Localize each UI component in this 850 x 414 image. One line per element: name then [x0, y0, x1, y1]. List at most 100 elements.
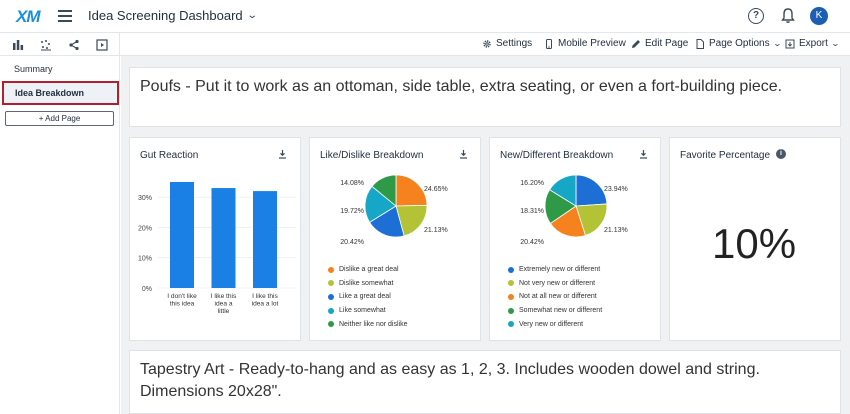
legend-item[interactable]: Neither like nor dislike [328, 321, 407, 328]
page-options-label: Page Options [709, 38, 770, 49]
y-tick-label: 30% [138, 195, 152, 202]
sidebar-item-summary[interactable]: Summary [0, 64, 53, 74]
edit-page-button[interactable]: Edit Page [631, 38, 688, 49]
mobile-icon [546, 38, 552, 49]
export-button[interactable]: Export ⌄ [785, 38, 840, 49]
gear-icon [483, 39, 491, 48]
info-icon[interactable]: i [776, 149, 786, 159]
toolbar: Settings Mobile Preview Edit Page Page O… [0, 33, 850, 56]
dashboard-canvas: Poufs - Put it to work as an ottoman, si… [121, 56, 850, 414]
legend-swatch [328, 293, 334, 300]
pie-data-label: 16.20% [520, 180, 544, 187]
bar [170, 182, 194, 288]
gut-reaction-widget[interactable]: Gut Reaction 0% 10% 20% 30% I don't like this… [129, 137, 301, 341]
y-tick-label: 10% [138, 256, 152, 263]
bar-chart-icon[interactable] [12, 39, 24, 51]
bar [211, 188, 236, 288]
idea-headline: Tapestry Art - Ready-to-hang and as easy… [140, 361, 760, 400]
chevron-down-icon: ⌄ [830, 39, 840, 48]
pie-data-label: 21.13% [424, 227, 448, 234]
legend-item[interactable]: Like somewhat [328, 307, 386, 314]
idea-text-widget[interactable]: Tapestry Art - Ready-to-hang and as easy… [129, 350, 841, 414]
download-icon[interactable] [278, 149, 287, 159]
pie-data-label: 20.42% [520, 239, 544, 246]
widget-title: New/Different Breakdown [500, 150, 614, 161]
legend-swatch [508, 293, 514, 300]
legend-item[interactable]: Dislike somewhat [328, 280, 393, 287]
share-icon[interactable] [68, 39, 80, 51]
mobile-preview-label: Mobile Preview [558, 38, 626, 49]
x-tick-label: I like this [211, 293, 237, 300]
legend-item[interactable]: Like a great deal [328, 293, 391, 300]
mobile-preview-button[interactable]: Mobile Preview [544, 38, 626, 49]
favorite-percentage-widget[interactable]: Favorite Percentage i 10% [669, 137, 841, 341]
legend-swatch [508, 266, 514, 273]
widget-title: Like/Dislike Breakdown [320, 150, 424, 161]
legend-label: Like a great deal [339, 293, 391, 301]
view-icons [0, 33, 120, 56]
legend-label: Dislike a great deal [339, 266, 399, 273]
x-tick-label: idea a [215, 301, 233, 308]
legend-swatch [328, 280, 334, 287]
present-icon[interactable] [96, 38, 108, 51]
avatar[interactable]: K [810, 7, 828, 25]
settings-button[interactable]: Settings [482, 38, 532, 49]
favorite-percentage-value: 10% [712, 220, 797, 267]
pencil-icon [632, 39, 640, 48]
add-page-button[interactable]: + Add Page [5, 111, 114, 126]
dashboard-title: Idea Screening Dashboard [88, 8, 243, 23]
legend-swatch [508, 280, 514, 287]
legend-label: Dislike somewhat [339, 279, 394, 287]
legend-item[interactable]: Somewhat new or different [508, 307, 602, 314]
legend-swatch [328, 307, 334, 314]
top-bar: XM Idea Screening Dashboard ⌄ ? K [0, 0, 850, 33]
filter-grid-icon[interactable] [40, 39, 52, 51]
legend-label: Not very new or different [519, 279, 596, 287]
new-different-widget[interactable]: New/Different Breakdown 23.94% 21.13% 20.4… [489, 137, 661, 341]
legend-item[interactable]: Extremely new or different [508, 266, 600, 273]
x-tick-label: I like this [252, 293, 278, 300]
page-icon [696, 38, 704, 49]
like-dislike-widget[interactable]: Like/Dislike Breakdown 24.65% 21.13% 20.42… [309, 137, 481, 341]
new-different-pie-chart: 23.94% 21.13% 20.42% 18.31% 16.20% [520, 174, 628, 246]
idea-text-widget[interactable]: Poufs - Put it to work as an ottoman, si… [129, 67, 841, 127]
x-tick-label: idea a lot [252, 301, 279, 308]
legend-label: Not at all new or different [519, 293, 597, 301]
edit-page-label: Edit Page [645, 38, 689, 49]
menu-icon[interactable] [58, 10, 72, 22]
download-icon[interactable] [459, 149, 468, 159]
sidebar-item-idea-breakdown[interactable]: Idea Breakdown [2, 81, 119, 105]
x-tick-label: I don't like [167, 293, 197, 300]
legend-swatch [508, 321, 514, 328]
legend-label: Somewhat new or different [519, 307, 603, 315]
export-label: Export [799, 38, 828, 49]
legend-item[interactable]: Not very new or different [508, 280, 595, 287]
legend-item[interactable]: Dislike a great deal [328, 266, 399, 273]
pie-data-label: 23.94% [604, 186, 628, 193]
download-icon[interactable] [639, 149, 648, 159]
export-icon [785, 39, 795, 48]
legend-swatch [508, 307, 514, 314]
widget-title: Favorite Percentage [680, 150, 771, 161]
page-options-button[interactable]: Page Options ⌄ [695, 38, 782, 49]
pie-data-label: 21.13% [604, 227, 628, 234]
dashboard-title-dropdown[interactable]: Idea Screening Dashboard ⌄ [88, 8, 258, 23]
legend-swatch [328, 321, 334, 328]
pie-slice [575, 174, 608, 207]
pie-data-label: 14.08% [340, 180, 364, 187]
legend-item[interactable]: Not at all new or different [508, 293, 597, 300]
sidebar: Summary Idea Breakdown + Add Page [0, 56, 120, 414]
help-icon[interactable]: ? [748, 8, 764, 24]
chevron-down-icon: ⌄ [245, 10, 258, 21]
pie-data-label: 18.31% [520, 208, 544, 215]
bell-icon[interactable] [780, 7, 796, 24]
pie-data-label: 20.42% [340, 239, 364, 246]
xm-logo[interactable]: XM [16, 7, 40, 27]
settings-label: Settings [496, 38, 533, 49]
legend-swatch [328, 266, 334, 273]
pie-data-label: 19.72% [340, 208, 364, 215]
legend-item[interactable]: Very new or different [508, 321, 583, 328]
widget-title: Gut Reaction [140, 150, 199, 161]
bar [253, 191, 277, 288]
legend-label: Extremely new or different [519, 266, 601, 273]
